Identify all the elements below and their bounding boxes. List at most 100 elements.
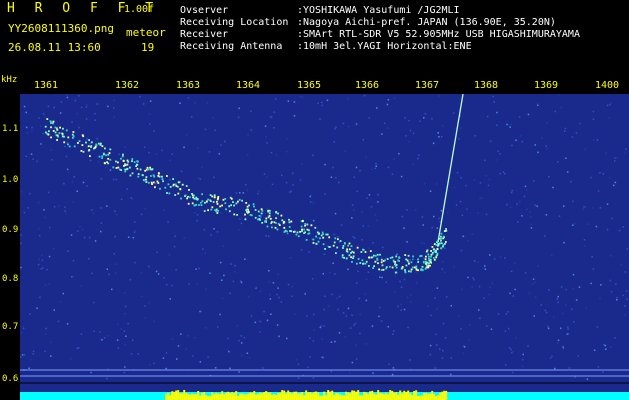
trace-point bbox=[50, 126, 52, 129]
noise-speck bbox=[511, 189, 514, 192]
noise-speck bbox=[409, 359, 411, 361]
trace-point bbox=[348, 242, 351, 245]
noise-speck bbox=[191, 116, 193, 118]
noise-speck bbox=[205, 327, 207, 329]
trace-point bbox=[266, 225, 269, 228]
trace-point bbox=[350, 256, 352, 259]
noise-speck bbox=[537, 104, 539, 106]
noise-speck bbox=[387, 166, 390, 169]
noise-speck bbox=[188, 283, 190, 285]
noise-speck bbox=[80, 285, 82, 287]
noise-speck bbox=[313, 313, 315, 316]
signal-bar bbox=[295, 391, 298, 400]
noise-speck bbox=[124, 312, 126, 315]
noise-speck bbox=[66, 142, 69, 144]
noise-speck bbox=[324, 295, 326, 298]
noise-speck bbox=[259, 320, 262, 323]
noise-speck bbox=[265, 136, 267, 138]
trace-point bbox=[141, 174, 144, 176]
noise-speck bbox=[171, 284, 173, 287]
trace-point bbox=[277, 212, 279, 215]
noise-speck bbox=[100, 207, 102, 209]
noise-speck bbox=[613, 184, 615, 187]
noise-speck bbox=[287, 100, 290, 102]
noise-speck bbox=[559, 327, 562, 329]
noise-speck bbox=[116, 339, 119, 341]
trace-point bbox=[286, 230, 288, 233]
noise-speck bbox=[37, 201, 40, 204]
file-name: YY2608111360.png bbox=[8, 22, 114, 35]
noise-speck bbox=[40, 143, 42, 145]
trace-point bbox=[189, 196, 191, 199]
noise-speck bbox=[239, 218, 241, 220]
noise-speck bbox=[266, 176, 268, 178]
noise-speck bbox=[557, 301, 559, 304]
noise-speck bbox=[300, 249, 303, 251]
noise-speck bbox=[599, 172, 601, 174]
trace-point bbox=[394, 261, 397, 263]
trace-point bbox=[424, 262, 427, 265]
noise-speck bbox=[366, 197, 368, 199]
noise-speck bbox=[438, 136, 440, 138]
noise-speck bbox=[521, 365, 524, 368]
trace-point bbox=[265, 217, 268, 220]
trace-point bbox=[348, 254, 351, 257]
noise-speck bbox=[140, 213, 143, 216]
noise-speck bbox=[406, 209, 408, 211]
trace-point bbox=[373, 254, 375, 257]
noise-speck bbox=[183, 146, 185, 149]
noise-speck bbox=[171, 338, 174, 340]
noise-speck bbox=[353, 209, 355, 211]
y-axis-labels: 1.1 1.0 0.9 0.8 0.7 0.6 bbox=[0, 94, 20, 400]
noise-speck bbox=[234, 265, 236, 267]
noise-speck bbox=[203, 229, 206, 231]
noise-speck bbox=[132, 236, 135, 239]
noise-speck bbox=[429, 344, 432, 347]
noise-speck bbox=[200, 310, 203, 313]
noise-speck bbox=[346, 98, 349, 100]
noise-speck bbox=[584, 206, 587, 208]
noise-speck bbox=[269, 298, 272, 300]
trace-point bbox=[420, 269, 422, 272]
noise-speck bbox=[342, 122, 345, 125]
noise-speck bbox=[565, 157, 567, 159]
noise-speck bbox=[383, 122, 386, 125]
noise-speck bbox=[586, 378, 589, 380]
trace-point bbox=[67, 143, 69, 146]
noise-speck bbox=[530, 216, 532, 218]
trace-point bbox=[253, 205, 255, 208]
trace-point bbox=[391, 256, 394, 259]
trace-point bbox=[244, 213, 246, 216]
trace-point bbox=[46, 118, 49, 120]
noise-speck bbox=[115, 178, 118, 181]
noise-speck bbox=[412, 258, 414, 261]
noise-speck bbox=[149, 100, 152, 102]
noise-speck bbox=[431, 226, 433, 229]
noise-speck bbox=[409, 259, 411, 261]
trace-point bbox=[407, 261, 410, 264]
noise-speck bbox=[485, 213, 488, 216]
signal-bar bbox=[221, 391, 224, 400]
trace-point bbox=[257, 210, 260, 213]
noise-speck bbox=[332, 166, 334, 169]
noise-speck bbox=[504, 257, 506, 259]
trace-point bbox=[328, 246, 331, 248]
noise-speck bbox=[269, 293, 271, 296]
meteor-echo-line bbox=[437, 94, 464, 243]
trace-point bbox=[299, 230, 301, 233]
noise-speck bbox=[326, 245, 329, 247]
noise-speck bbox=[155, 270, 158, 273]
trace-point bbox=[188, 189, 190, 191]
noise-speck bbox=[522, 358, 524, 361]
signal-bar bbox=[341, 395, 344, 400]
trace-point bbox=[109, 158, 112, 161]
trace-point bbox=[421, 269, 424, 272]
noise-speck bbox=[153, 320, 156, 323]
noise-speck bbox=[133, 231, 136, 233]
meteor-label: meteor bbox=[126, 26, 166, 39]
noise-speck bbox=[427, 305, 429, 307]
trace-point bbox=[167, 183, 170, 186]
noise-speck bbox=[123, 371, 126, 374]
y-axis-unit: kHz bbox=[1, 75, 18, 85]
trace-point bbox=[216, 200, 218, 203]
